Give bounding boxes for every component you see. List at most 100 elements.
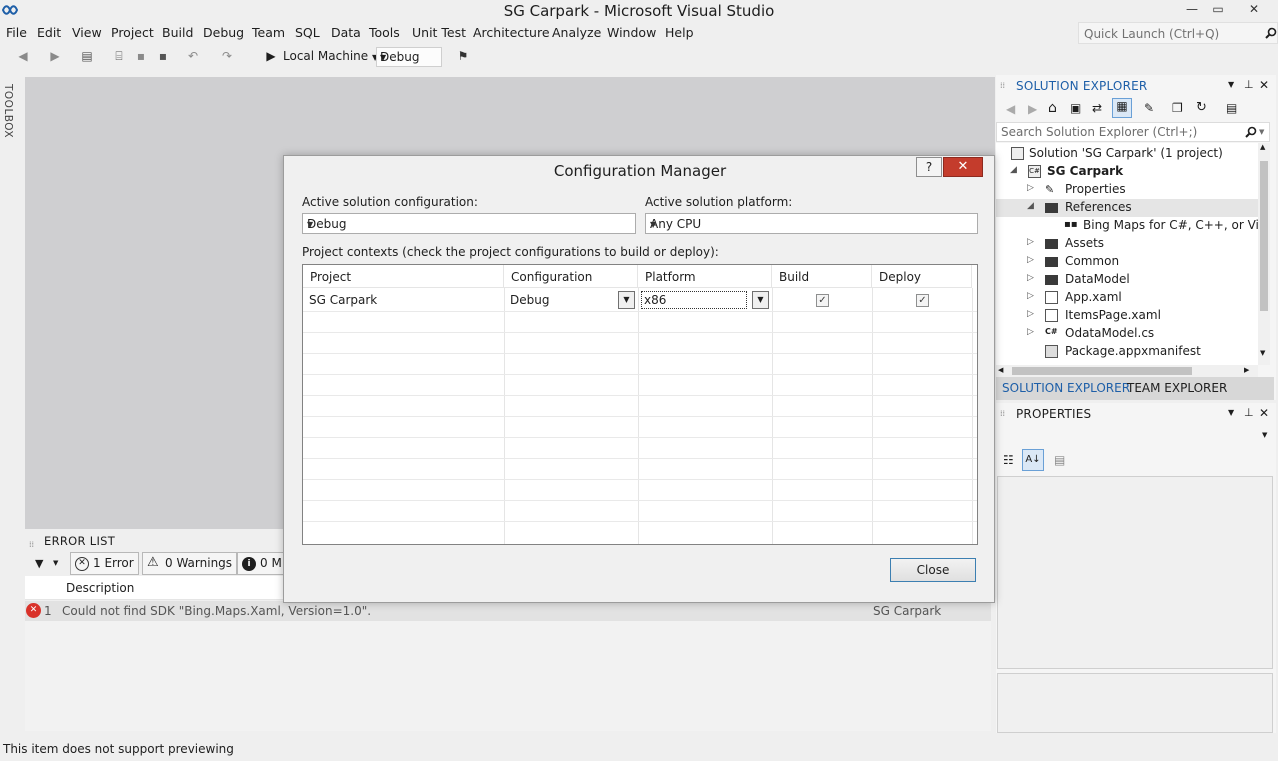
tree-item-app-xaml[interactable]: ▷ App.xaml: [996, 289, 1258, 307]
menu-team[interactable]: Team: [252, 25, 285, 40]
platform-dropdown-button[interactable]: ▼: [752, 291, 769, 309]
open-file-icon[interactable]: ⌸: [112, 49, 126, 63]
warnings-filter-button[interactable]: ⚠ 0 Warnings: [142, 552, 238, 575]
tree-item-odatamodel-cs[interactable]: ▷ C# OdataModel.cs: [996, 325, 1258, 343]
tree-item-references[interactable]: ◢ References: [996, 199, 1258, 217]
scroll-up-icon[interactable]: ▲: [1260, 143, 1265, 151]
navigate-back-icon[interactable]: ◀: [16, 49, 30, 63]
navigate-forward-icon[interactable]: ▶: [48, 49, 62, 63]
collapsed-arrow-icon[interactable]: ▷: [1027, 255, 1034, 265]
tree-item-project[interactable]: ◢ C# SG Carpark: [996, 163, 1258, 181]
start-debugging-icon[interactable]: ▶: [264, 49, 278, 63]
chevron-down-icon[interactable]: ▼: [1259, 128, 1264, 136]
categorized-icon[interactable]: ☷: [1003, 453, 1014, 467]
tree-item-common[interactable]: ▷ Common: [996, 253, 1258, 271]
view-code-icon[interactable]: ▤: [1226, 101, 1237, 115]
chevron-down-icon[interactable]: ▼: [53, 559, 58, 567]
menu-edit[interactable]: Edit: [37, 25, 61, 40]
menu-debug[interactable]: Debug: [203, 25, 244, 40]
quick-launch-input[interactable]: Quick Launch (Ctrl+Q): [1078, 22, 1278, 44]
tree-item-datamodel[interactable]: ▷ DataModel: [996, 271, 1258, 289]
alphabetical-icon[interactable]: A↓: [1022, 449, 1044, 471]
configuration-dropdown-button[interactable]: ▼: [618, 291, 635, 309]
dropdown-arrow-icon[interactable]: ▼: [1228, 80, 1234, 89]
close-icon[interactable]: ✕: [1259, 406, 1269, 420]
menu-view[interactable]: View: [72, 25, 102, 40]
build-checkbox[interactable]: ✓: [816, 294, 829, 307]
refresh-icon[interactable]: ↻: [1196, 100, 1207, 115]
close-icon[interactable]: ✕: [1259, 78, 1269, 92]
filter-icon[interactable]: ▼: [35, 557, 43, 570]
solution-configuration-combo[interactable]: Debug ▼: [376, 47, 442, 67]
errors-filter-button[interactable]: ✕ 1 Error: [70, 552, 139, 575]
run-target-dropdown[interactable]: Local Machine ▼: [283, 49, 378, 63]
property-pages-icon[interactable]: ▤: [1054, 453, 1065, 467]
home-icon[interactable]: ⌂: [1048, 100, 1057, 116]
menu-file[interactable]: File: [6, 25, 27, 40]
show-all-files-icon[interactable]: ▦: [1112, 98, 1132, 118]
horizontal-scrollbar[interactable]: ◀ ▶: [996, 365, 1258, 377]
menu-help[interactable]: Help: [665, 25, 694, 40]
copy-icon[interactable]: ❐: [1172, 101, 1183, 115]
save-icon[interactable]: ▪: [134, 49, 148, 63]
tree-item-properties[interactable]: ▷ ✎ Properties: [996, 181, 1258, 199]
scroll-left-icon[interactable]: ◀: [998, 366, 1003, 374]
collapsed-arrow-icon[interactable]: ▷: [1027, 309, 1034, 319]
close-button[interactable]: Close: [890, 558, 976, 582]
table-row[interactable]: ✕ 1 Could not find SDK "Bing.Maps.Xaml, …: [25, 601, 991, 621]
scroll-thumb[interactable]: [1260, 161, 1268, 311]
restore-button[interactable]: ▭: [1204, 0, 1232, 18]
pin-icon[interactable]: ⊥: [1244, 78, 1254, 91]
project-cell[interactable]: SG Carpark: [309, 293, 377, 307]
undo-icon[interactable]: ↶: [186, 49, 200, 63]
back-icon[interactable]: ◀: [1006, 102, 1015, 116]
dialog-close-button[interactable]: ✕: [943, 157, 983, 177]
menu-unit-test[interactable]: Unit Test: [412, 25, 466, 40]
collapsed-arrow-icon[interactable]: ▷: [1027, 291, 1034, 301]
active-configuration-combo[interactable]: Debug ▼: [302, 213, 636, 234]
menu-window[interactable]: Window: [607, 25, 656, 40]
properties-wrench-icon[interactable]: ✎: [1144, 101, 1154, 115]
object-selector-dropdown[interactable]: ▼: [1262, 431, 1267, 439]
menu-architecture[interactable]: Architecture: [473, 25, 550, 40]
menu-build[interactable]: Build: [162, 25, 193, 40]
tab-team-explorer[interactable]: TEAM EXPLORER: [1127, 381, 1227, 395]
configuration-cell[interactable]: Debug: [510, 293, 549, 307]
help-button[interactable]: ?: [916, 157, 942, 177]
menu-analyze[interactable]: Analyze: [552, 25, 601, 40]
platform-cell[interactable]: x86: [641, 291, 747, 309]
active-platform-combo[interactable]: Any CPU ▼: [645, 213, 978, 234]
collapsed-arrow-icon[interactable]: ▷: [1027, 183, 1034, 193]
close-window-button[interactable]: ✕: [1240, 0, 1268, 18]
tree-item-itemspage-xaml[interactable]: ▷ ItemsPage.xaml: [996, 307, 1258, 325]
scroll-right-icon[interactable]: ▶: [1244, 366, 1249, 374]
tree-item-solution[interactable]: Solution 'SG Carpark' (1 project): [996, 145, 1258, 163]
attach-flag-icon[interactable]: ⚑: [456, 49, 470, 63]
deploy-checkbox[interactable]: ✓: [916, 294, 929, 307]
vertical-scrollbar[interactable]: ▲ ▼: [1258, 143, 1270, 365]
redo-icon[interactable]: ↷: [220, 49, 234, 63]
toolbox-tab[interactable]: TOOLBOX: [2, 84, 16, 144]
new-project-icon[interactable]: ▤: [80, 49, 94, 63]
expanded-arrow-icon[interactable]: ◢: [1010, 165, 1017, 175]
description-column-header[interactable]: Description: [66, 581, 134, 595]
tree-item-bing-maps-reference[interactable]: ▪▪ Bing Maps for C#, C++, or Visual: [996, 217, 1258, 235]
scroll-thumb[interactable]: [1012, 367, 1192, 375]
collapsed-arrow-icon[interactable]: ▷: [1027, 273, 1034, 283]
menu-data[interactable]: Data: [331, 25, 361, 40]
dropdown-arrow-icon[interactable]: ▼: [1228, 408, 1234, 417]
forward-icon[interactable]: ▶: [1028, 102, 1037, 116]
collapsed-arrow-icon[interactable]: ▷: [1027, 327, 1034, 337]
menu-project[interactable]: Project: [111, 25, 154, 40]
solution-explorer-search-input[interactable]: Search Solution Explorer (Ctrl+;) ▼: [996, 122, 1270, 142]
menu-sql[interactable]: SQL: [295, 25, 320, 40]
save-all-icon[interactable]: ▪: [156, 49, 170, 63]
scroll-down-icon[interactable]: ▼: [1260, 349, 1265, 357]
sync-icon[interactable]: ⇄: [1092, 101, 1102, 115]
menu-tools[interactable]: Tools: [369, 25, 400, 40]
collapse-all-icon[interactable]: ▣: [1070, 101, 1081, 115]
tab-solution-explorer[interactable]: SOLUTION EXPLORER: [1002, 381, 1130, 395]
collapsed-arrow-icon[interactable]: ▷: [1027, 237, 1034, 247]
pin-icon[interactable]: ⊥: [1244, 406, 1254, 419]
tree-item-package-manifest[interactable]: Package.appxmanifest: [996, 343, 1258, 361]
